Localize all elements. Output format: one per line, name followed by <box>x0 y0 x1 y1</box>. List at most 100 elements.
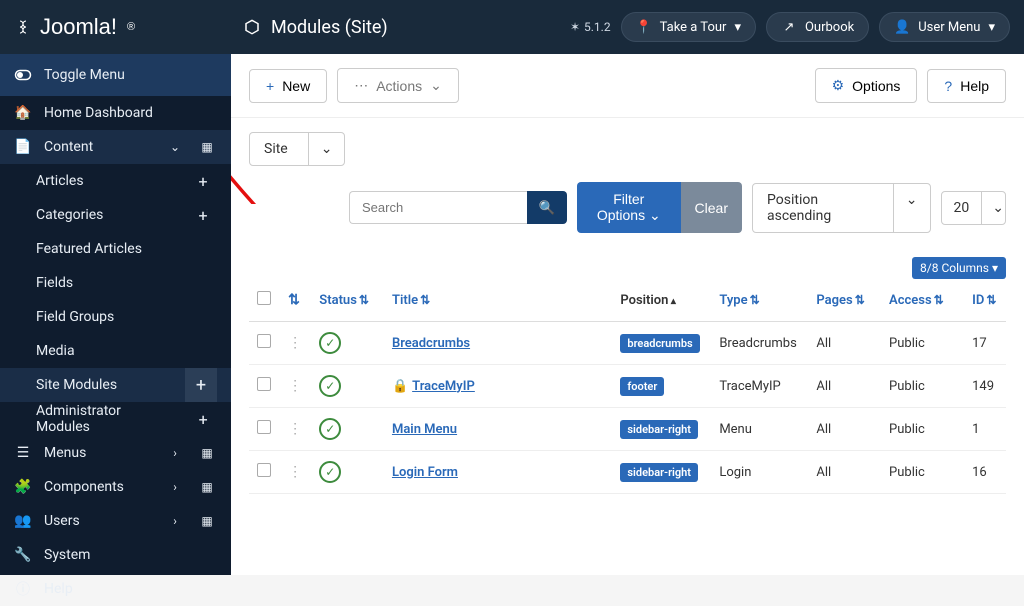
id-cell: 17 <box>964 322 1006 365</box>
sidebar-item-content[interactable]: 📄 Content ⌄ ▦ <box>0 130 231 164</box>
toggle-icon <box>14 66 32 84</box>
search-input[interactable] <box>349 191 527 224</box>
select-all-checkbox[interactable] <box>257 291 271 305</box>
module-title-link[interactable]: Login Form <box>392 465 458 480</box>
wrench-icon: 🔧 <box>14 547 32 563</box>
plus-icon[interactable]: + <box>189 164 217 198</box>
plus-icon[interactable]: + <box>185 368 217 402</box>
position-badge: sidebar-right <box>620 420 698 439</box>
col-access[interactable]: Access <box>889 293 932 308</box>
sidebar-item-system[interactable]: 🔧 System <box>0 538 231 572</box>
plus-icon: + <box>266 78 274 94</box>
grid-icon[interactable]: ▦ <box>197 480 217 494</box>
col-pages[interactable]: Pages <box>816 293 852 308</box>
grid-icon[interactable]: ▦ <box>197 514 217 528</box>
access-cell: Public <box>881 322 964 365</box>
external-link-icon: ↗ <box>781 19 797 35</box>
columns-toggle[interactable]: 8/8 Columns ▾ <box>912 257 1006 279</box>
drag-handle-icon[interactable]: ⋮ <box>288 335 302 351</box>
info-icon: ⓘ <box>14 579 32 599</box>
status-published-icon[interactable]: ✓ <box>319 375 341 397</box>
chevron-down-icon[interactable]: ⌄ <box>308 133 345 165</box>
page-title-block: Modules (Site) <box>231 17 388 38</box>
joomla-logo-icon <box>14 16 32 38</box>
pages-cell: All <box>808 408 881 451</box>
gear-icon: ⚙ <box>832 77 845 94</box>
sidebar-item-fields[interactable]: Fields <box>0 266 231 300</box>
sidebar-item-components[interactable]: 🧩 Components › ▦ <box>0 470 231 504</box>
caret-down-icon: ▾ <box>992 261 998 275</box>
question-icon: ? <box>944 78 952 94</box>
toggle-menu-button[interactable]: Toggle Menu <box>0 54 231 96</box>
take-tour-button[interactable]: 📍 Take a Tour ▾ <box>621 12 756 42</box>
row-checkbox[interactable] <box>257 334 271 348</box>
col-position[interactable]: Position <box>620 293 668 308</box>
grid-icon[interactable]: ▦ <box>197 446 217 460</box>
chevron-down-icon: ⌄ <box>165 140 185 154</box>
status-published-icon[interactable]: ✓ <box>319 418 341 440</box>
plus-icon[interactable]: + <box>189 402 217 436</box>
sidebar-item-site-modules[interactable]: Site Modules + <box>0 368 231 402</box>
user-menu-button[interactable]: 👤 User Menu ▾ <box>879 12 1010 42</box>
sidebar-item-categories[interactable]: Categories + <box>0 198 231 232</box>
chevron-down-icon[interactable]: ⌄ <box>981 192 1006 224</box>
status-published-icon[interactable]: ✓ <box>319 461 341 483</box>
pages-cell: All <box>808 322 881 365</box>
chevron-down-icon: ▾ <box>988 20 995 35</box>
home-icon: 🏠 <box>14 105 32 121</box>
row-checkbox[interactable] <box>257 420 271 434</box>
ourbook-button[interactable]: ↗ Ourbook <box>766 12 869 42</box>
sidebar-item-media[interactable]: Media <box>0 334 231 368</box>
sidebar-item-field-groups[interactable]: Field Groups <box>0 300 231 334</box>
topbar-right: ✶ 5.1.2 📍 Take a Tour ▾ ↗ Ourbook 👤 User… <box>570 12 1024 42</box>
status-published-icon[interactable]: ✓ <box>319 332 341 354</box>
col-type[interactable]: Type <box>719 293 747 308</box>
chevron-down-icon: ▾ <box>734 20 741 35</box>
cube-icon <box>243 17 261 37</box>
drag-handle-icon[interactable]: ⋮ <box>288 464 302 480</box>
brand[interactable]: Joomla!® <box>0 14 231 40</box>
new-button[interactable]: + New <box>249 69 327 103</box>
puzzle-icon: 🧩 <box>14 479 32 495</box>
sidebar-item-users[interactable]: 👥 Users › ▦ <box>0 504 231 538</box>
grid-icon[interactable]: ▦ <box>197 140 217 154</box>
search-button[interactable]: 🔍 <box>527 191 567 224</box>
drag-handle-icon[interactable]: ⋮ <box>288 421 302 437</box>
sidebar-item-admin-modules[interactable]: Administrator Modules + <box>0 402 231 436</box>
type-cell: Login <box>711 451 808 494</box>
row-checkbox[interactable] <box>257 463 271 477</box>
actions-button[interactable]: ⋯ Actions ⌄ <box>337 68 459 103</box>
list-icon: ☰ <box>14 445 32 461</box>
id-cell: 16 <box>964 451 1006 494</box>
row-checkbox[interactable] <box>257 377 271 391</box>
client-select[interactable]: Site ⌄ <box>249 132 345 166</box>
drag-handle-icon[interactable]: ⋮ <box>288 378 302 394</box>
limit-select[interactable]: 20 ⌄ <box>941 191 1007 225</box>
col-title[interactable]: Title <box>392 293 418 308</box>
module-title-link[interactable]: Main Menu <box>392 422 457 437</box>
help-button[interactable]: ? Help <box>927 69 1006 103</box>
access-cell: Public <box>881 365 964 408</box>
search-icon: 🔍 <box>539 200 556 215</box>
module-title-link[interactable]: TraceMyIP <box>412 379 475 394</box>
table-row: ⋮✓BreadcrumbsbreadcrumbsBreadcrumbsAllPu… <box>249 322 1006 365</box>
clear-button[interactable]: Clear <box>681 182 742 233</box>
options-button[interactable]: ⚙ Options <box>815 68 918 103</box>
sidebar-item-home[interactable]: 🏠 Home Dashboard <box>0 96 231 130</box>
ellipsis-icon: ⋯ <box>354 77 368 94</box>
sidebar-item-featured[interactable]: Featured Articles <box>0 232 231 266</box>
col-id[interactable]: ID <box>972 293 984 308</box>
chevron-down-icon[interactable]: ⌄ <box>893 184 930 232</box>
filter-options-button[interactable]: Filter Options ⌄ <box>577 182 681 233</box>
sidebar-item-menus[interactable]: ☰ Menus › ▦ <box>0 436 231 470</box>
position-badge: breadcrumbs <box>620 334 699 353</box>
sort-select[interactable]: Position ascending ⌄ <box>752 183 931 233</box>
main-panel: + New ⋯ Actions ⌄ ⚙ Options ? Help Site … <box>231 54 1024 575</box>
sidebar-item-articles[interactable]: Articles + <box>0 164 231 198</box>
sidebar-item-help[interactable]: ⓘ Help <box>0 572 231 606</box>
col-status[interactable]: Status <box>319 293 357 308</box>
module-title-link[interactable]: Breadcrumbs <box>392 336 470 351</box>
version-badge[interactable]: ✶ 5.1.2 <box>570 20 611 34</box>
sort-ordering-icon[interactable]: ⇅ <box>288 292 300 308</box>
plus-icon[interactable]: + <box>189 198 217 232</box>
